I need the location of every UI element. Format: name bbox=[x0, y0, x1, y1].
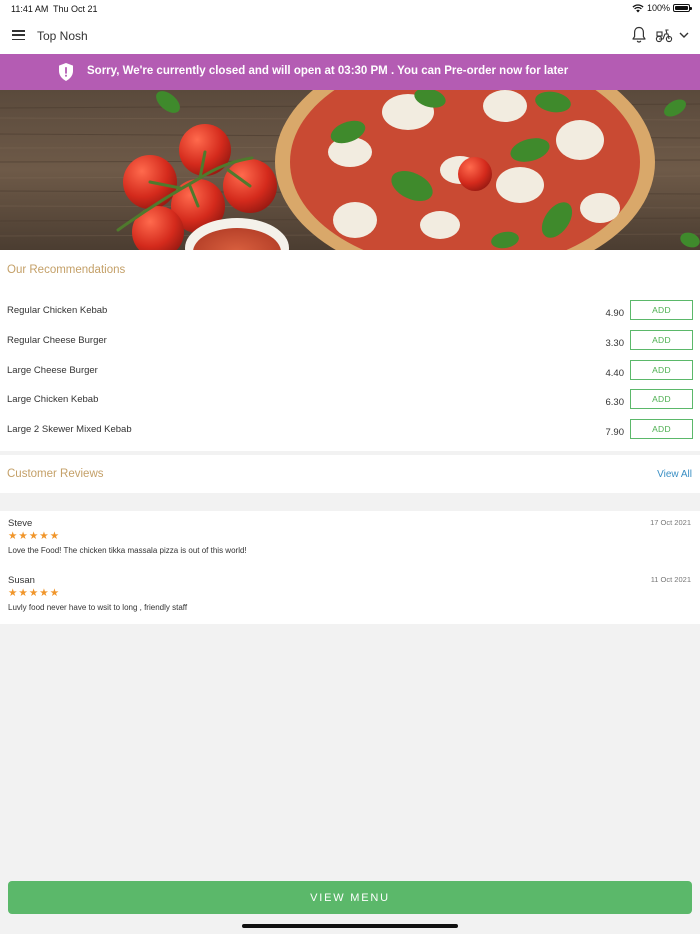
star-icon: ★ bbox=[49, 587, 60, 599]
star-icon: ★ bbox=[39, 530, 49, 542]
reviews-list: Steve 17 Oct 2021 ★ ★ ★ ★ ★ Love the Food! T… bbox=[0, 511, 700, 624]
recommendations-section: Our Recommendations Regular Chicken Keba… bbox=[0, 250, 700, 451]
recommendation-item: Regular Cheese Burger 3.30 ADD bbox=[0, 330, 700, 360]
chevron-down-icon[interactable] bbox=[678, 30, 690, 40]
delivery-scooter-icon[interactable] bbox=[655, 27, 673, 43]
reviews-header: Customer Reviews View All bbox=[0, 455, 700, 493]
item-price: 6.30 bbox=[605, 397, 625, 408]
review-item: Susan 11 Oct 2021 ★ ★ ★ ★ ★ Luvly food never… bbox=[0, 568, 700, 623]
star-rating: ★ ★ ★ ★ ★ bbox=[8, 530, 59, 542]
home-indicator bbox=[242, 924, 458, 928]
view-all-link[interactable]: View All bbox=[657, 469, 692, 480]
review-item: Steve 17 Oct 2021 ★ ★ ★ ★ ★ Love the Food! T… bbox=[0, 511, 700, 566]
reviewer-name: Susan bbox=[8, 575, 35, 586]
reviewer-name: Steve bbox=[8, 518, 33, 529]
recommendation-item: Large 2 Skewer Mixed Kebab 7.90 ADD bbox=[0, 419, 700, 449]
closed-banner: Sorry, We're currently closed and will o… bbox=[0, 54, 700, 90]
star-icon: ★ bbox=[28, 530, 39, 542]
add-button[interactable]: ADD bbox=[630, 419, 693, 439]
star-icon: ★ bbox=[28, 587, 39, 599]
view-menu-button[interactable]: VIEW MENU bbox=[8, 881, 692, 914]
review-text: Love the Food! The chicken tikka massala… bbox=[8, 546, 247, 555]
review-date: 11 Oct 2021 bbox=[650, 575, 691, 584]
app-title: Top Nosh bbox=[37, 29, 88, 43]
add-button[interactable]: ADD bbox=[630, 360, 693, 380]
star-icon: ★ bbox=[8, 530, 18, 542]
status-bar: 11:41 AM Thu Oct 21 100% bbox=[0, 0, 700, 17]
item-price: 3.30 bbox=[605, 338, 625, 349]
review-text: Luvly food never have to wsit to long , … bbox=[8, 603, 188, 612]
review-date: 17 Oct 2021 bbox=[650, 518, 691, 527]
status-date: Thu Oct 21 bbox=[53, 4, 98, 14]
add-button[interactable]: ADD bbox=[630, 330, 693, 350]
item-name: Regular Chicken Kebab bbox=[7, 305, 108, 316]
app-bar: Top Nosh bbox=[0, 17, 700, 54]
item-name: Large Cheese Burger bbox=[7, 365, 98, 376]
star-rating: ★ ★ ★ ★ ★ bbox=[8, 587, 59, 599]
menu-icon[interactable] bbox=[12, 30, 25, 40]
item-name: Large Chicken Kebab bbox=[7, 394, 99, 405]
star-icon: ★ bbox=[39, 587, 49, 599]
hero-banner-image bbox=[0, 90, 700, 250]
shield-alert-icon bbox=[59, 63, 73, 81]
add-button[interactable]: ADD bbox=[630, 300, 693, 320]
status-right: 100% bbox=[632, 3, 692, 13]
battery-icon bbox=[673, 4, 692, 12]
star-icon: ★ bbox=[8, 587, 18, 599]
item-price: 7.90 bbox=[605, 427, 625, 438]
star-icon: ★ bbox=[18, 530, 28, 542]
status-time: 11:41 AM bbox=[11, 4, 49, 14]
wifi-icon bbox=[632, 3, 644, 12]
item-price: 4.90 bbox=[605, 308, 625, 319]
reviews-title: Customer Reviews bbox=[7, 468, 104, 480]
recommendation-item: Large Chicken Kebab 6.30 ADD bbox=[0, 389, 700, 419]
item-name: Regular Cheese Burger bbox=[7, 335, 107, 346]
star-icon: ★ bbox=[18, 587, 28, 599]
battery-percent: 100% bbox=[646, 3, 670, 13]
item-name: Large 2 Skewer Mixed Kebab bbox=[7, 424, 132, 435]
item-price: 4.40 bbox=[605, 368, 625, 379]
recommendation-item: Large Cheese Burger 4.40 ADD bbox=[0, 360, 700, 390]
bell-icon[interactable] bbox=[631, 26, 647, 44]
recommendations-title: Our Recommendations bbox=[7, 264, 126, 276]
add-button[interactable]: ADD bbox=[630, 389, 693, 409]
closed-banner-text: Sorry, We're currently closed and will o… bbox=[87, 65, 569, 77]
star-icon: ★ bbox=[49, 530, 60, 542]
recommendation-item: Regular Chicken Kebab 4.90 ADD bbox=[0, 300, 700, 330]
